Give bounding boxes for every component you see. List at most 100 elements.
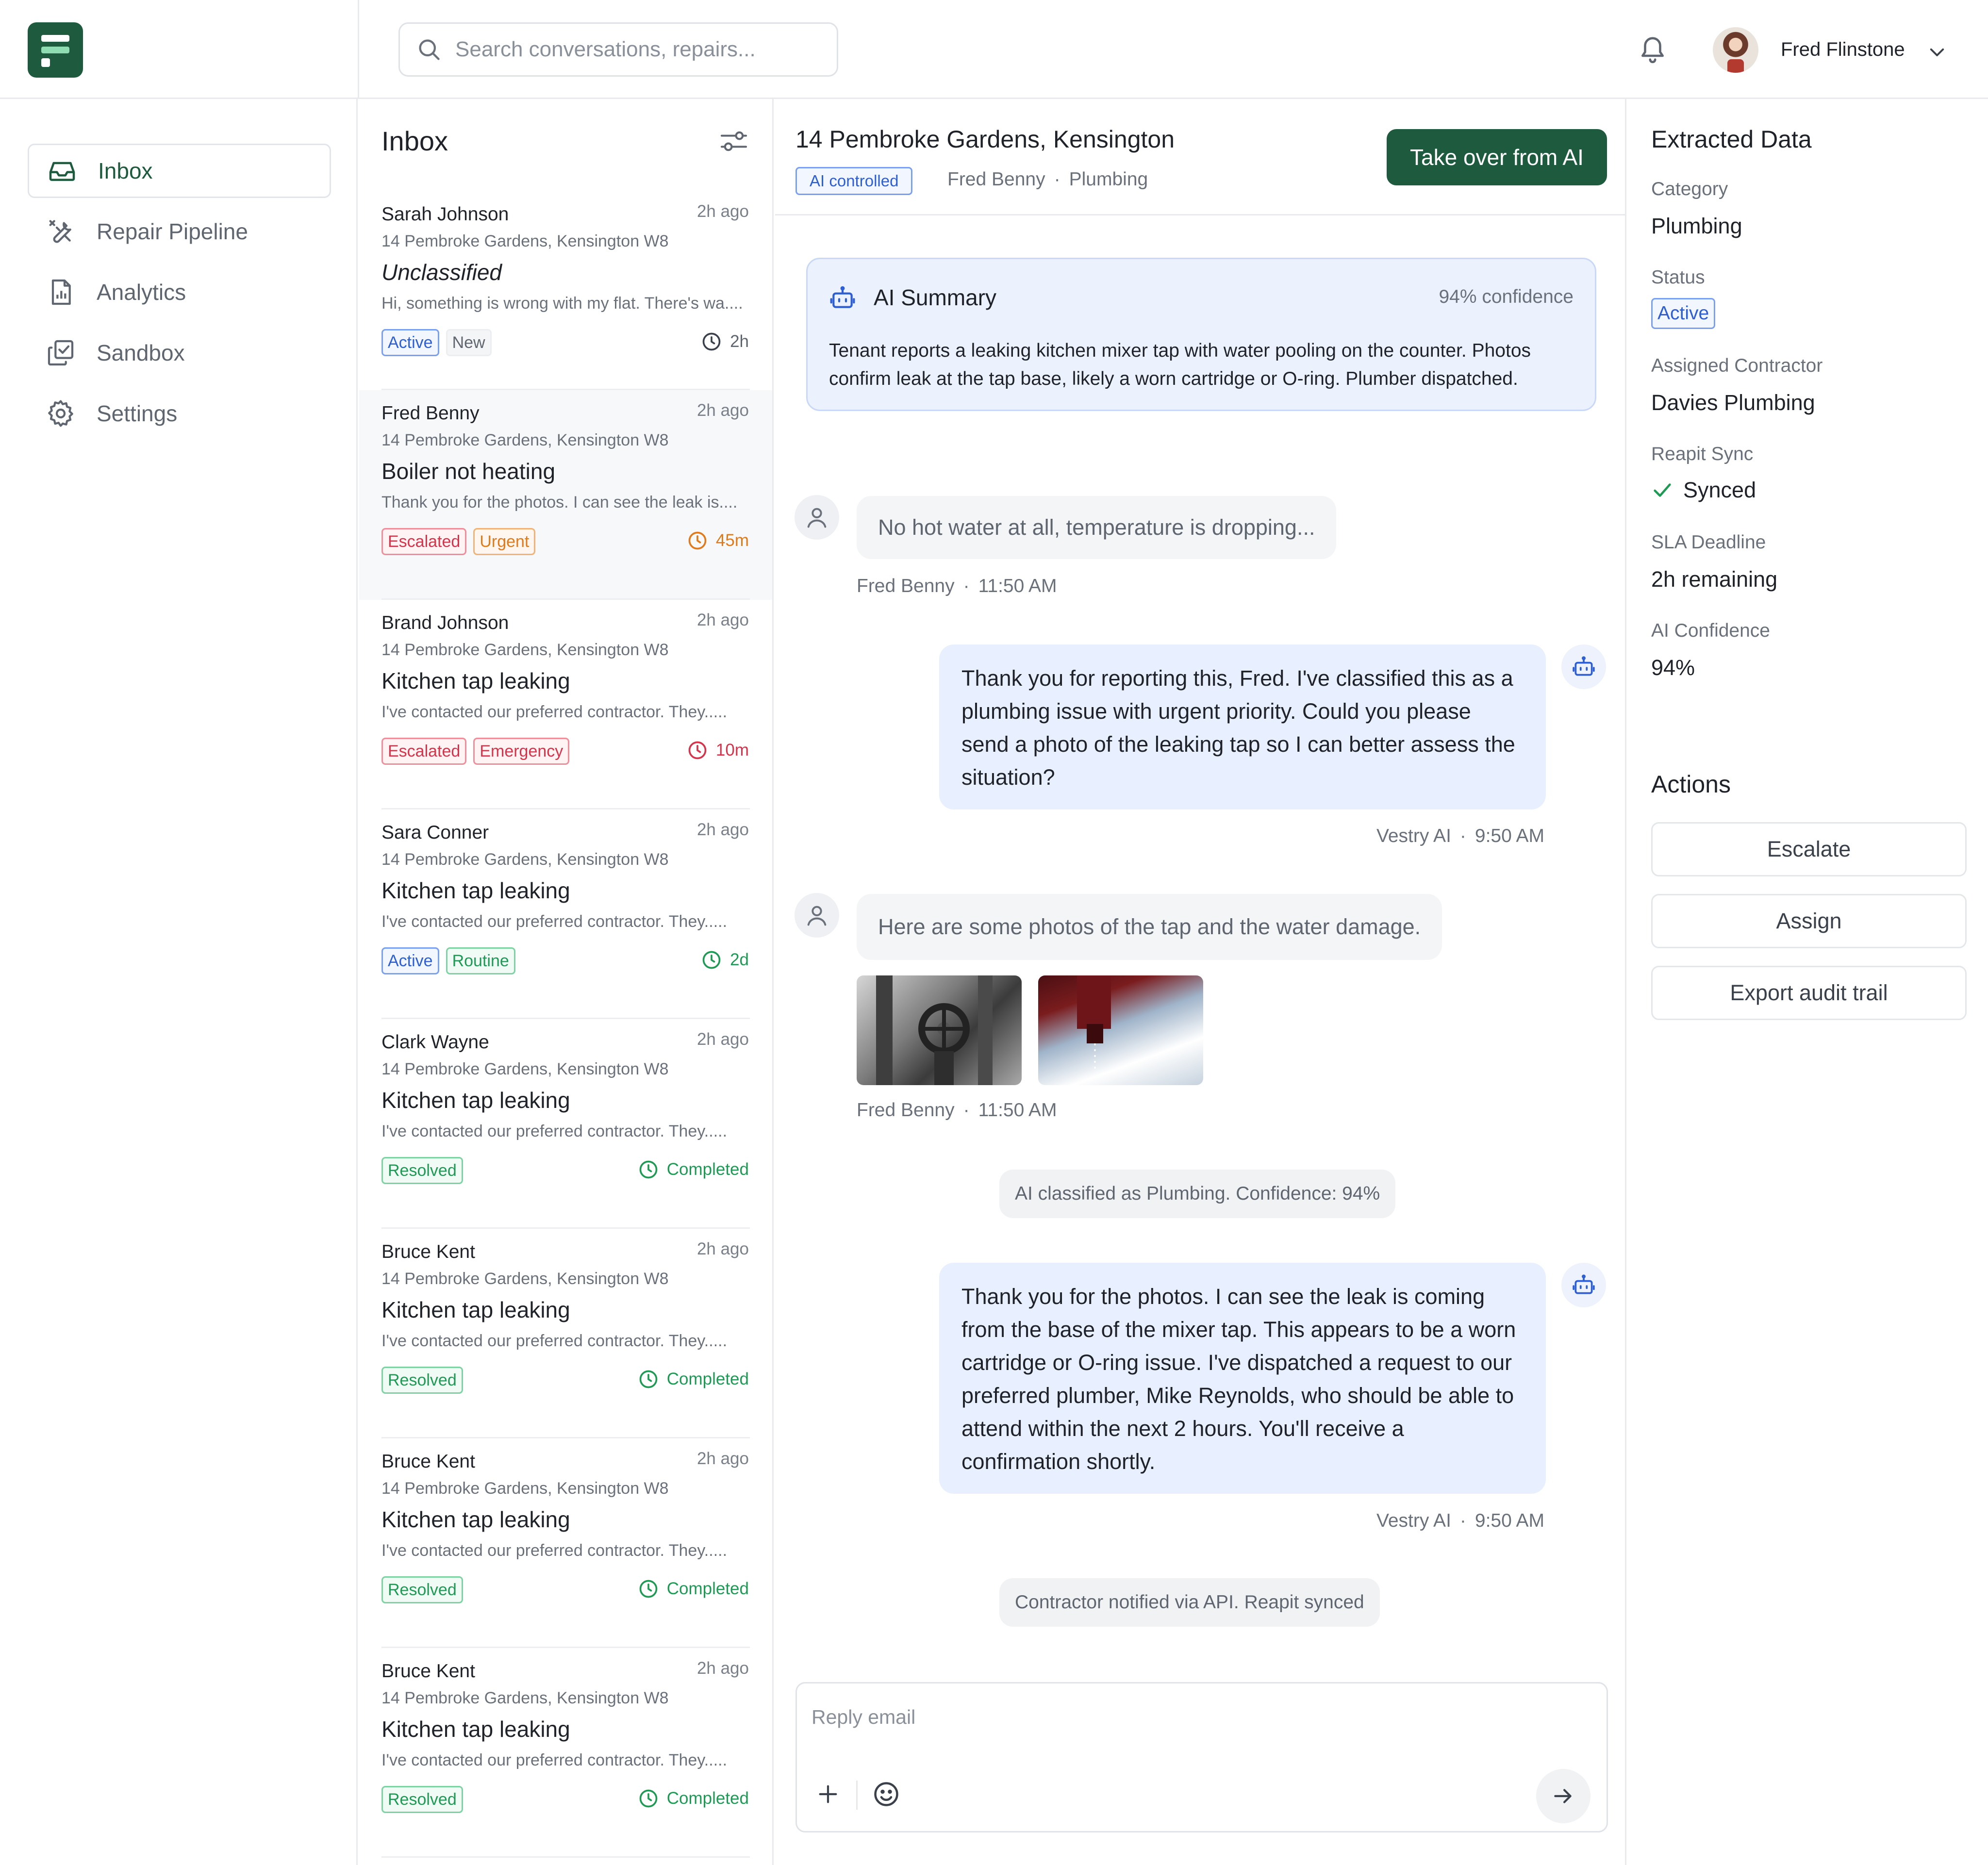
conversation-name: Brand Johnson <box>381 612 509 633</box>
category-value: Plumbing <box>1651 214 1742 238</box>
plus-icon[interactable] <box>814 1781 842 1808</box>
priority-badge: New <box>446 329 492 356</box>
priority-badge: Emergency <box>473 738 570 765</box>
chevron-down-icon[interactable] <box>1927 42 1947 62</box>
status-badge: Resolved <box>381 1367 463 1394</box>
export-audit-trail-button[interactable]: Export audit trail <box>1651 966 1967 1020</box>
message-meta: Fred Benny · 11:50 AM <box>857 576 1057 596</box>
due-time: 10m <box>715 741 749 759</box>
conversation-time: 2h ago <box>696 1239 749 1258</box>
conversation-time: 2h ago <box>696 202 749 221</box>
conversation-preview: I've contacted our preferred contractor.… <box>381 912 728 931</box>
status-badge: Active <box>1651 298 1716 329</box>
conversation-meta: Fred Benny · Plumbing <box>947 169 1148 190</box>
contractor-value: Davies Plumbing <box>1651 390 1815 415</box>
gear-icon <box>45 398 76 429</box>
sidebar-item-settings[interactable]: Settings <box>28 386 331 441</box>
conversation-address: 14 Pembroke Gardens, Kensington W8 <box>381 1689 669 1707</box>
due-time: 2d <box>730 950 749 969</box>
conversation-name: Bruce Kent <box>381 1241 475 1262</box>
message-bubble: Here are some photos of the tap and the … <box>857 894 1442 960</box>
ai-message-bubble: Thank you for reporting this, Fred. I've… <box>939 644 1546 809</box>
inbox-panel: Inbox Sarah Johnson 2h ago 14 Pembroke G… <box>359 99 774 1865</box>
search-icon <box>416 37 442 62</box>
conversation-subject: Kitchen tap leaking <box>381 668 570 693</box>
sidebar-item-label: Analytics <box>97 280 186 305</box>
extracted-data-title: Extracted Data <box>1651 126 1812 153</box>
conversation-name: Fred Benny <box>381 403 480 424</box>
assign-button[interactable]: Assign <box>1651 894 1967 948</box>
conversation-time: 2h ago <box>696 401 749 420</box>
conversation-item[interactable]: Bruce Kent 2h ago 14 Pembroke Gardens, K… <box>359 1648 772 1858</box>
conversation-header: 14 Pembroke Gardens, Kensington AI contr… <box>775 99 1626 215</box>
extracted-data-panel: Extracted Data Category Plumbing Status … <box>1628 99 1988 1865</box>
conversation-item[interactable]: Fred Benny 2h ago 14 Pembroke Gardens, K… <box>359 390 772 600</box>
conversation-time: 2h ago <box>696 820 749 839</box>
conversation-address: 14 Pembroke Gardens, Kensington W8 <box>381 1270 669 1288</box>
robot-icon <box>1572 655 1596 679</box>
conversation-name: Bruce Kent <box>381 1661 475 1682</box>
system-message: AI classified as Plumbing. Confidence: 9… <box>999 1170 1396 1218</box>
conversation-preview: I've contacted our preferred contractor.… <box>381 1541 728 1560</box>
clock-icon <box>701 949 722 971</box>
conversation-subject: Kitchen tap leaking <box>381 1297 570 1322</box>
sync-label: Reapit Sync <box>1651 444 1754 464</box>
clock-icon <box>638 1159 659 1180</box>
tap-photo[interactable] <box>857 975 1022 1085</box>
due-time: Completed <box>666 1160 749 1179</box>
sandbox-icon <box>45 337 76 368</box>
conversation-preview: I've contacted our preferred contractor.… <box>381 1751 728 1769</box>
bell-icon[interactable] <box>1638 33 1668 66</box>
conversation-subject: Boiler not heating <box>381 459 556 484</box>
status-badge: Resolved <box>381 1786 463 1813</box>
conversation-item[interactable]: Clark Wayne 2h ago 14 Pembroke Gardens, … <box>359 1019 772 1229</box>
conversation-preview: Hi, something is wrong with my flat. The… <box>381 294 743 313</box>
contractor-label: Assigned Contractor <box>1651 355 1823 376</box>
due-time: Completed <box>666 1789 749 1808</box>
conversation-subject: Kitchen tap leaking <box>381 1716 570 1742</box>
conversation-subject: Unclassified <box>381 260 502 285</box>
send-button[interactable] <box>1536 1769 1590 1823</box>
conversation-item[interactable]: Sarah Johnson 2h ago 14 Pembroke Gardens… <box>359 191 772 390</box>
search-input[interactable] <box>455 37 824 62</box>
inbox-title: Inbox <box>381 126 448 156</box>
conversation-item[interactable]: Bruce Kent 2h ago 14 Pembroke Gardens, K… <box>359 1229 772 1438</box>
water-damage-photo[interactable] <box>1038 975 1203 1085</box>
conversation-address: 14 Pembroke Gardens, Kensington W8 <box>381 1479 669 1498</box>
message-bubble: No hot water at all, temperature is drop… <box>857 496 1337 559</box>
reply-input[interactable] <box>812 1706 1540 1745</box>
conversation-address: 14 Pembroke Gardens, Kensington W8 <box>381 1060 669 1078</box>
app-logo[interactable] <box>28 22 83 78</box>
escalate-button[interactable]: Escalate <box>1651 822 1967 876</box>
actions-title: Actions <box>1651 771 1731 798</box>
sidebar-item-label: Inbox <box>98 158 153 183</box>
ai-avatar <box>1561 1263 1606 1307</box>
sidebar-item-inbox[interactable]: Inbox <box>28 144 331 198</box>
topbar-divider <box>358 0 359 99</box>
conversation-name: Bruce Kent <box>381 1451 475 1472</box>
conversation-item[interactable]: Bruce Kent 2h ago 14 Pembroke Gardens, K… <box>359 1438 772 1648</box>
user-name[interactable]: Fred Flinstone <box>1781 39 1905 61</box>
conversation-time: 2h ago <box>696 1659 749 1678</box>
composer-divider <box>856 1781 858 1810</box>
sidebar-item-analytics[interactable]: Analytics <box>28 265 331 319</box>
sidebar-nav: Inbox Repair Pipeline Analytics Sandbox … <box>0 99 358 1865</box>
emoji-icon[interactable] <box>872 1780 901 1809</box>
sidebar-item-sandbox[interactable]: Sandbox <box>28 326 331 380</box>
conversation-item[interactable]: Sara Conner 2h ago 14 Pembroke Gardens, … <box>359 809 772 1019</box>
conversation-subject: Kitchen tap leaking <box>381 1507 570 1532</box>
arrow-right-icon <box>1551 1784 1575 1808</box>
take-over-button[interactable]: Take over from AI <box>1387 129 1607 185</box>
search-box[interactable] <box>398 22 838 77</box>
avatar[interactable] <box>1713 27 1758 73</box>
ai-controlled-badge: AI controlled <box>795 167 913 195</box>
sidebar-item-label: Sandbox <box>97 340 185 365</box>
filter-icon[interactable] <box>719 129 748 153</box>
clock-icon <box>687 740 708 761</box>
due-time: Completed <box>666 1579 749 1598</box>
ai-confidence-label: AI Confidence <box>1651 620 1770 641</box>
message-meta: Vestry AI · 9:50 AM <box>1376 825 1544 846</box>
conversation-item[interactable]: Brand Johnson 2h ago 14 Pembroke Gardens… <box>359 600 772 809</box>
sidebar-item-repair-pipeline[interactable]: Repair Pipeline <box>28 204 331 259</box>
status-badge: Escalated <box>381 738 467 765</box>
